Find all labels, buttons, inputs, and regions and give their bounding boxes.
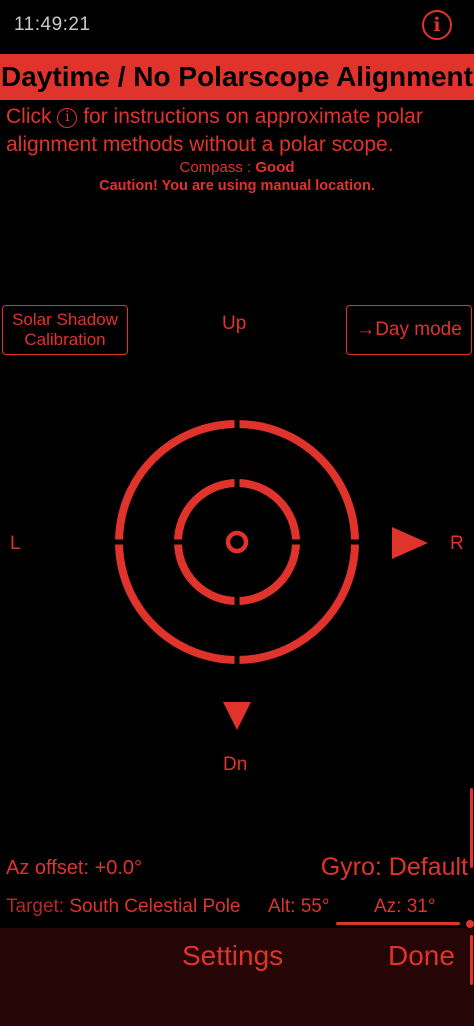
- az-slider-thumb[interactable]: [466, 920, 474, 928]
- az-label: Az:: [374, 896, 402, 917]
- gyro-label: Gyro:: [320, 853, 382, 881]
- reticle-center-ring: [225, 530, 249, 554]
- target-value: South Celestial Pole: [69, 896, 241, 917]
- gyro-readout[interactable]: Gyro: Default: [321, 853, 468, 882]
- edge-indicator: [470, 935, 473, 985]
- settings-button[interactable]: Settings: [182, 940, 283, 972]
- done-button[interactable]: Done: [388, 940, 455, 972]
- az-value: 31°: [406, 896, 436, 917]
- target-label: Target:: [6, 896, 65, 917]
- reticle-inner-ring: [174, 479, 300, 605]
- az-readout: Az: 31°: [374, 896, 435, 918]
- gyro-value: Default: [388, 853, 468, 881]
- scroll-indicator: [470, 788, 473, 868]
- arrow-down-icon: [223, 702, 251, 730]
- az-slider-track[interactable]: [336, 922, 460, 925]
- arrow-right-icon: [392, 527, 428, 559]
- target-readout: Target: South Celestial Pole: [6, 896, 240, 918]
- az-offset-readout: Az offset: +0.0°: [6, 857, 143, 879]
- alt-readout: Alt: 55°: [268, 896, 330, 917]
